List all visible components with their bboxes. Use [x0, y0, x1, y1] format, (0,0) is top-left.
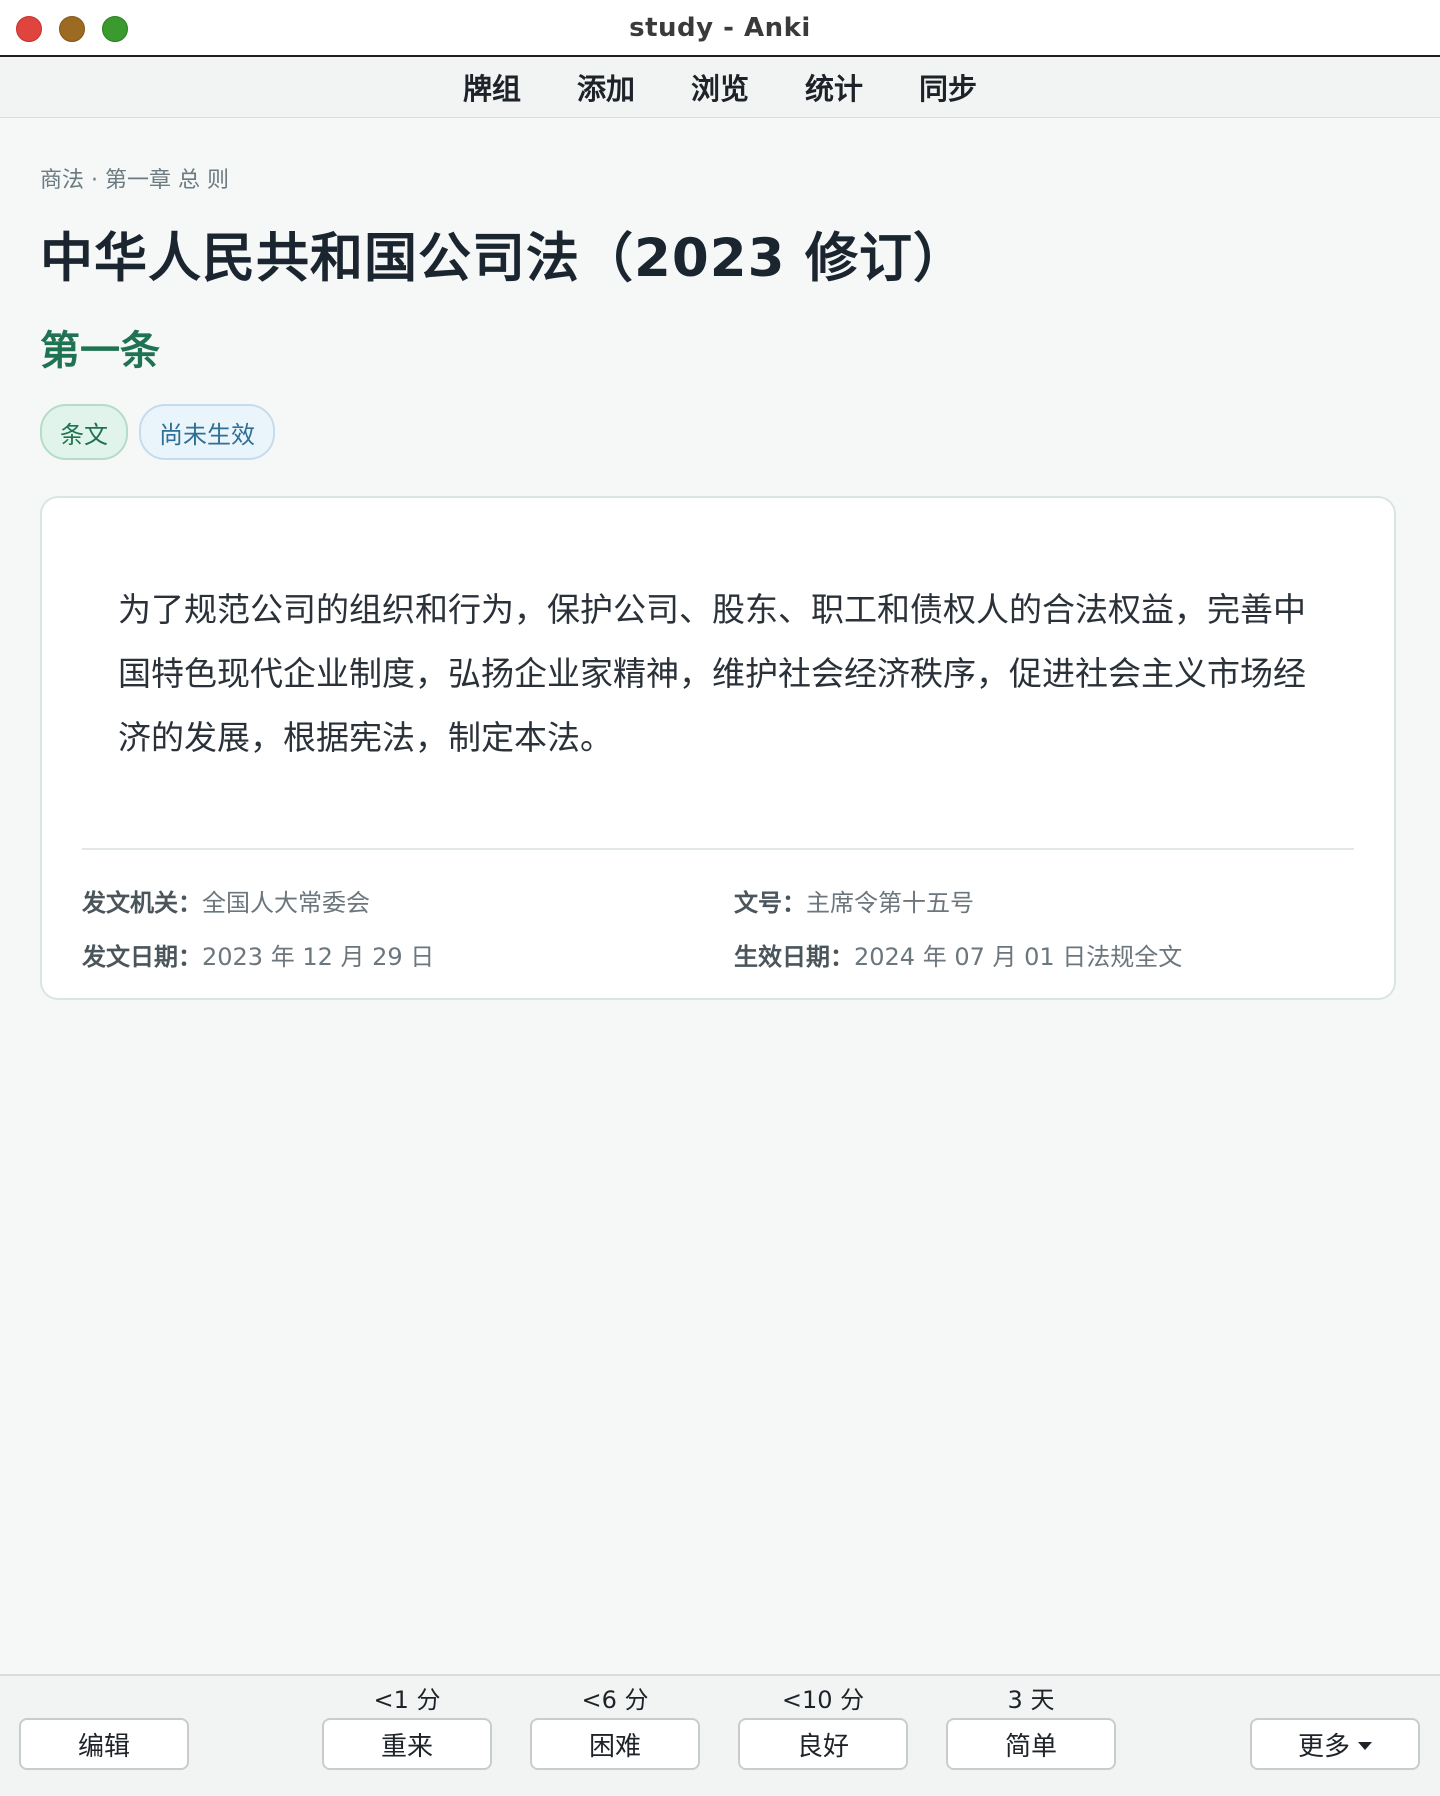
law-title: 中华人民共和国公司法（2023 修订） [40, 228, 967, 289]
meta-effective-date-row: 生效日期：2024 年 07 月 01 日法规全文 [734, 930, 1182, 984]
meta-issue-date-value: 2023 年 12 月 29 日 [202, 943, 435, 971]
window-title: study - Anki [629, 12, 811, 43]
good-interval: <10 分 [781, 1686, 865, 1714]
meta-issue-date-row: 发文日期：2023 年 12 月 29 日 [82, 930, 434, 984]
tag-list: 条文 尚未生效 [40, 404, 1400, 460]
answer-bar: 编辑 <1 分 重来 <6 分 困难 <10 分 良好 3 天 简单 更多 [0, 1674, 1440, 1796]
window-controls [16, 16, 128, 42]
good-button[interactable]: 良好 [738, 1718, 908, 1770]
anki-window: study - Anki 牌组 添加 浏览 统计 同步 商法 · 第一章 总 则… [0, 0, 1440, 1796]
meta-number-value: 主席令第十五号 [806, 889, 974, 917]
toolbar-decks[interactable]: 牌组 [463, 66, 521, 108]
toolbar-add[interactable]: 添加 [577, 66, 635, 108]
toolbar-stats[interactable]: 统计 [805, 66, 863, 108]
meta-issuer-row: 发文机关：全国人大常委会 [82, 876, 434, 930]
again-button[interactable]: 重来 [322, 1718, 492, 1770]
meta-number-label: 文号： [734, 889, 806, 917]
meta-effective-date-value: 2024 年 07 月 01 日法规全文 [854, 943, 1183, 971]
meta-effective-date-label: 生效日期： [734, 943, 854, 971]
again-interval: <1 分 [373, 1686, 441, 1714]
article-number: 第一条 [40, 328, 160, 374]
meta-issuer-value: 全国人大常委会 [202, 889, 370, 917]
meta-number-row: 文号：主席令第十五号 [734, 876, 1182, 930]
card-content: 商法 · 第一章 总 则 中华人民共和国公司法（2023 修订） 第一条 条文 … [40, 118, 1400, 1000]
easy-button[interactable]: 简单 [946, 1718, 1116, 1770]
close-window-button[interactable] [16, 16, 42, 42]
toolbar-sync[interactable]: 同步 [919, 66, 977, 108]
breadcrumb: 商法 · 第一章 总 则 [40, 168, 229, 193]
provision-card: 为了规范公司的组织和行为，保护公司、股东、职工和债权人的合法权益，完善中国特色现… [40, 496, 1396, 1000]
minimize-window-button[interactable] [59, 16, 85, 42]
tag-provision: 条文 [40, 404, 128, 460]
maximize-window-button[interactable] [102, 16, 128, 42]
tag-not-effective: 尚未生效 [139, 404, 275, 460]
meta-issuer-label: 发文机关： [82, 889, 202, 917]
easy-interval: 3 天 [1007, 1686, 1055, 1714]
provision-text: 为了规范公司的组织和行为，保护公司、股东、职工和债权人的合法权益，完善中国特色现… [118, 590, 1306, 757]
meta-issue-date-label: 发文日期： [82, 943, 202, 971]
more-button[interactable]: 更多 [1250, 1718, 1420, 1770]
hard-interval: <6 分 [581, 1686, 649, 1714]
divider [82, 848, 1354, 850]
more-label: 更多 [1297, 1731, 1350, 1762]
meta-left-column: 发文机关：全国人大常委会 发文日期：2023 年 12 月 29 日 [82, 876, 434, 984]
chevron-down-icon [1358, 1742, 1372, 1750]
hard-button[interactable]: 困难 [530, 1718, 700, 1770]
edit-button[interactable]: 编辑 [19, 1718, 189, 1770]
meta-right-column: 文号：主席令第十五号 生效日期：2024 年 07 月 01 日法规全文 [734, 876, 1182, 984]
title-bar: study - Anki [0, 0, 1440, 57]
toolbar-browse[interactable]: 浏览 [691, 66, 749, 108]
main-toolbar: 牌组 添加 浏览 统计 同步 [0, 57, 1440, 118]
